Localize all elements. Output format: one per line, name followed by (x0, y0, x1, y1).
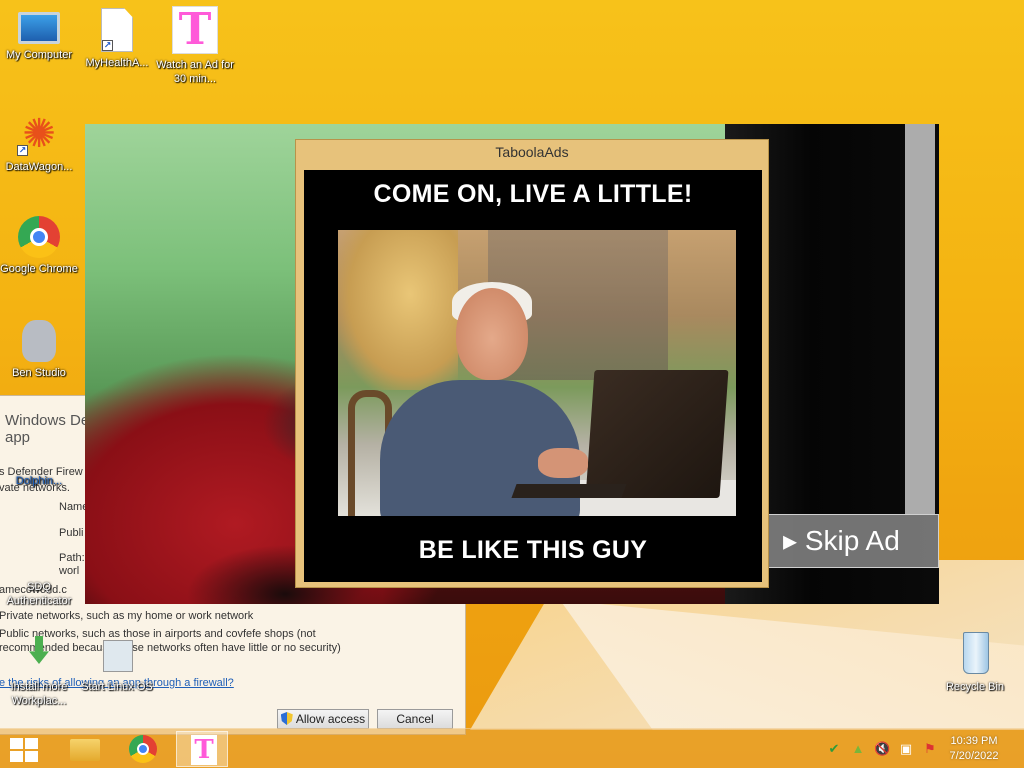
headline-bottom: BE LIKE THIS GUY (418, 536, 648, 564)
skip-ad-label: Skip Ad (804, 525, 900, 556)
play-arrow-icon: ▸ (783, 525, 798, 556)
desktop-icon-my-computer[interactable]: My Computer (0, 8, 78, 62)
firewall-title: Windows De app (5, 412, 90, 446)
ben-studio-icon (22, 320, 56, 362)
network-icon[interactable]: ▣ (898, 741, 914, 757)
datawagon-icon: ✺ ↗ (17, 112, 56, 156)
linux-icon (97, 636, 137, 676)
computer-icon (18, 12, 60, 44)
desktop-icon-sdq-authenticator[interactable]: SDQ Authenticator (0, 580, 78, 608)
popup-title: TaboolaAds (495, 144, 569, 160)
path-label: Path: (59, 552, 85, 564)
t-app-icon: T (191, 735, 217, 765)
popup-body[interactable]: COME ON, LIVE A LITTLE! BE LIKE THIS GUY (304, 170, 762, 582)
desktop-icon-start-linux[interactable]: Start Linux OS (78, 636, 156, 694)
shield-check-icon[interactable]: ✔ (826, 741, 842, 757)
chrome-icon (18, 216, 60, 258)
action-center-icon[interactable]: ⚑ (922, 741, 938, 757)
clock[interactable]: 10:39 PM 7/20/2022 (944, 734, 1004, 764)
desktop-icon-recycle-bin[interactable]: Recycle Bin (936, 630, 1014, 694)
taskbar: T ✔ ▲ 🔇 ▣ ⚑ 10:39 PM 7/20/2022 (0, 728, 1024, 768)
volume-muted-icon[interactable]: 🔇 (874, 741, 890, 757)
cancel-button[interactable]: Cancel (377, 709, 453, 729)
recycle-bin-icon (957, 630, 993, 676)
taskbar-chrome[interactable] (116, 731, 168, 767)
private-networks-option[interactable]: Private networks, such as my home or wor… (0, 610, 253, 622)
clock-date: 7/20/2022 (949, 750, 999, 762)
start-button[interactable] (10, 738, 40, 762)
chrome-icon (129, 735, 157, 763)
network-warning-icon[interactable]: ▲ (850, 741, 866, 757)
desktop-icon-google-chrome[interactable]: Google Chrome (0, 216, 78, 276)
taboola-popup: TaboolaAds COME ON, LIVE A LITTLE! BE LI… (295, 139, 769, 588)
folder-icon (70, 739, 100, 761)
t-app-icon: T (172, 6, 218, 54)
desktop-icon-dolphin[interactable]: Dolphin... (0, 474, 78, 488)
desktop-icon-watch-ad[interactable]: T Watch an Ad for 30 min... (156, 6, 234, 86)
path-value: worl (59, 565, 80, 577)
taskbar-file-explorer[interactable] (56, 731, 108, 767)
name-label: Name (59, 501, 89, 513)
uac-shield-icon (280, 712, 293, 725)
desktop-icon-myhealth[interactable]: ↗ MyHealthA... (78, 8, 156, 70)
desktop-icon-datawagon[interactable]: ✺ ↗ DataWagon... (0, 112, 78, 174)
old-man-laptop-photo[interactable] (338, 230, 736, 516)
desktop-icon-ben-studio[interactable]: Ben Studio (0, 320, 78, 380)
clock-time: 10:39 PM (950, 735, 998, 747)
headline-top: COME ON, LIVE A LITTLE! (373, 180, 693, 208)
publisher-label: Publi (59, 527, 84, 539)
desktop-icon-install-workplace[interactable]: Install more Workplac... (0, 636, 78, 708)
skip-ad-button[interactable]: ▸ Skip Ad (766, 514, 939, 568)
taskbar-t-app[interactable]: T (176, 731, 228, 767)
document-icon: ↗ (101, 8, 133, 52)
allow-access-button[interactable]: Allow access (277, 709, 369, 729)
install-icon (19, 636, 59, 676)
video-frame-stripe (905, 124, 935, 514)
